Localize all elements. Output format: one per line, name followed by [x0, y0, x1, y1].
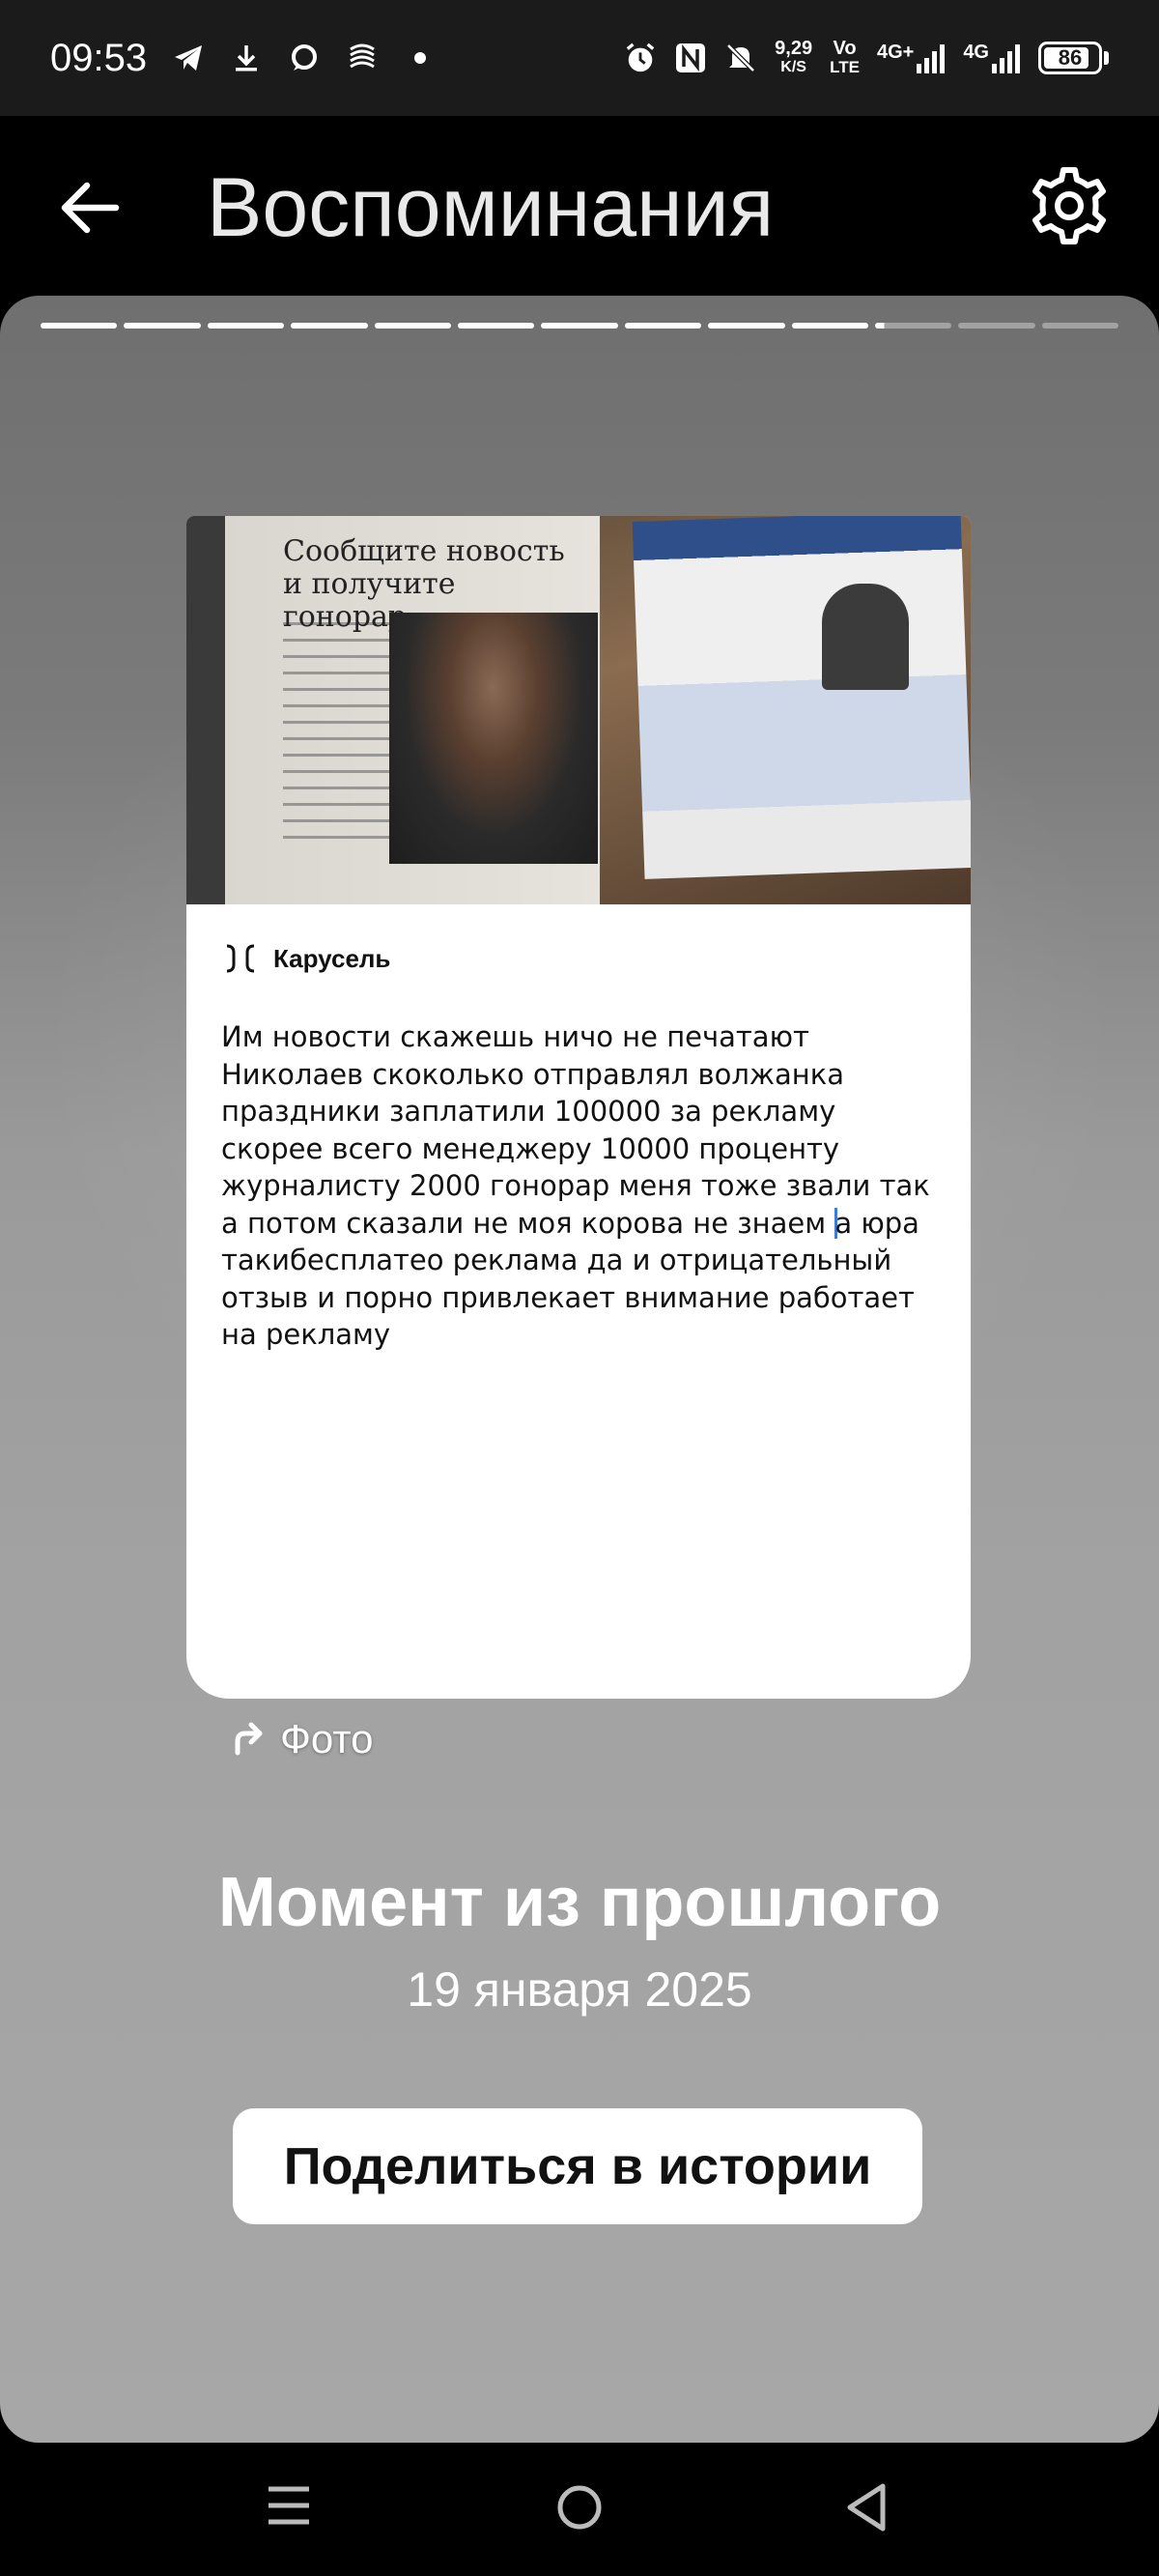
signal-2: 4G: [963, 43, 1021, 73]
share-to-stories-button[interactable]: Поделиться в истории: [233, 2108, 922, 2224]
page-title: Воспоминания: [207, 161, 775, 254]
app-header: Воспоминания: [0, 116, 1159, 300]
progress-segment: [374, 323, 451, 329]
volte-indicator: Vo LTE: [830, 39, 860, 77]
battery-icon: 86: [1038, 42, 1102, 74]
circle-home-icon: [557, 2485, 602, 2530]
battery-tip: [1104, 51, 1109, 65]
network-speed-unit: K/S: [780, 59, 806, 75]
settings-button[interactable]: [1028, 164, 1111, 247]
status-time: 09:53: [50, 36, 148, 79]
newspaper-portrait: [389, 613, 598, 864]
network-speed: 9,29 K/S: [775, 39, 812, 77]
nav-back-button[interactable]: [842, 2481, 890, 2533]
chat-icon: [288, 42, 321, 74]
post-preview[interactable]: Сообщите новость и получите гонорар Кару…: [186, 516, 971, 1699]
battery-indicator: 86: [1038, 42, 1109, 74]
volte-bottom: LTE: [830, 58, 860, 76]
progress-segment: [624, 323, 702, 329]
post-image-newspapers: [600, 516, 971, 904]
progress-segment: [291, 323, 368, 329]
signal-1-label: 4G+: [876, 42, 915, 63]
progress-segment: [791, 323, 868, 329]
alarm-icon: [624, 42, 657, 74]
post-text: Им новости скажешь ничо не печатают Нико…: [221, 1018, 946, 1354]
story-progress-bar: [41, 323, 1119, 329]
network-speed-value: 9,29: [775, 38, 813, 59]
home-button[interactable]: [555, 2483, 604, 2532]
newspaper-person: [822, 584, 909, 690]
gear-icon: [1032, 167, 1106, 244]
progress-segment: [41, 323, 118, 329]
recent-apps-button[interactable]: [265, 2481, 313, 2530]
signal-bars-icon: [917, 44, 946, 73]
status-bar-right: 9,29 K/S Vo LTE 4G+ 4G 86: [624, 39, 1109, 77]
battery-level: 86: [1058, 45, 1083, 70]
signal-bars-icon: [992, 44, 1020, 73]
post-text-part-1: Им новости скажешь ничо не печатают Нико…: [221, 1020, 930, 1240]
download-icon: [230, 42, 263, 74]
progress-segment: [541, 323, 618, 329]
arrow-left-icon: [61, 182, 120, 234]
telegram-icon: [172, 42, 205, 74]
photo-link-label: Фото: [280, 1716, 374, 1761]
mute-icon: [724, 42, 757, 74]
post-images: Сообщите новость и получите гонорар: [186, 516, 971, 904]
photo-link[interactable]: Фото: [228, 1716, 374, 1762]
wireless-icon: [346, 42, 379, 74]
post-image-newspaper-ad: Сообщите новость и получите гонорар: [186, 516, 600, 904]
story-card[interactable]: Сообщите новость и получите гонорар Кару…: [0, 296, 1159, 2443]
progress-segment: [1041, 323, 1119, 329]
progress-segment: [207, 323, 285, 329]
carousel-icon: [226, 944, 255, 973]
volte-top: Vo: [833, 38, 857, 59]
menu-icon: [269, 2486, 309, 2525]
status-bar-left: 09:53: [50, 37, 437, 80]
moment-title: Момент из прошлого: [217, 1864, 942, 1941]
reply-arrow-icon: [235, 1722, 263, 1756]
dot-icon: [404, 42, 437, 74]
newspaper-text-lines: [283, 622, 389, 844]
back-button[interactable]: [56, 174, 124, 242]
moment-date: 19 января 2025: [407, 1962, 752, 2017]
signal-1: 4G+: [877, 43, 946, 73]
progress-segment: [708, 323, 785, 329]
progress-segment: [874, 323, 952, 329]
status-bar: 09:53 9,29 K/S Vo LTE 4G+ 4G 86: [0, 0, 1159, 116]
progress-segment: [958, 323, 1035, 329]
triangle-back-icon: [847, 2483, 886, 2532]
progress-segment: [124, 323, 201, 329]
carousel-indicator: Карусель: [223, 943, 390, 974]
nfc-icon: [674, 42, 707, 74]
system-nav-bar: [0, 2443, 1159, 2576]
signal-2-label: 4G: [963, 42, 989, 63]
carousel-label: Карусель: [273, 943, 391, 973]
progress-segment: [457, 323, 535, 329]
newspaper-stack: [632, 516, 971, 879]
